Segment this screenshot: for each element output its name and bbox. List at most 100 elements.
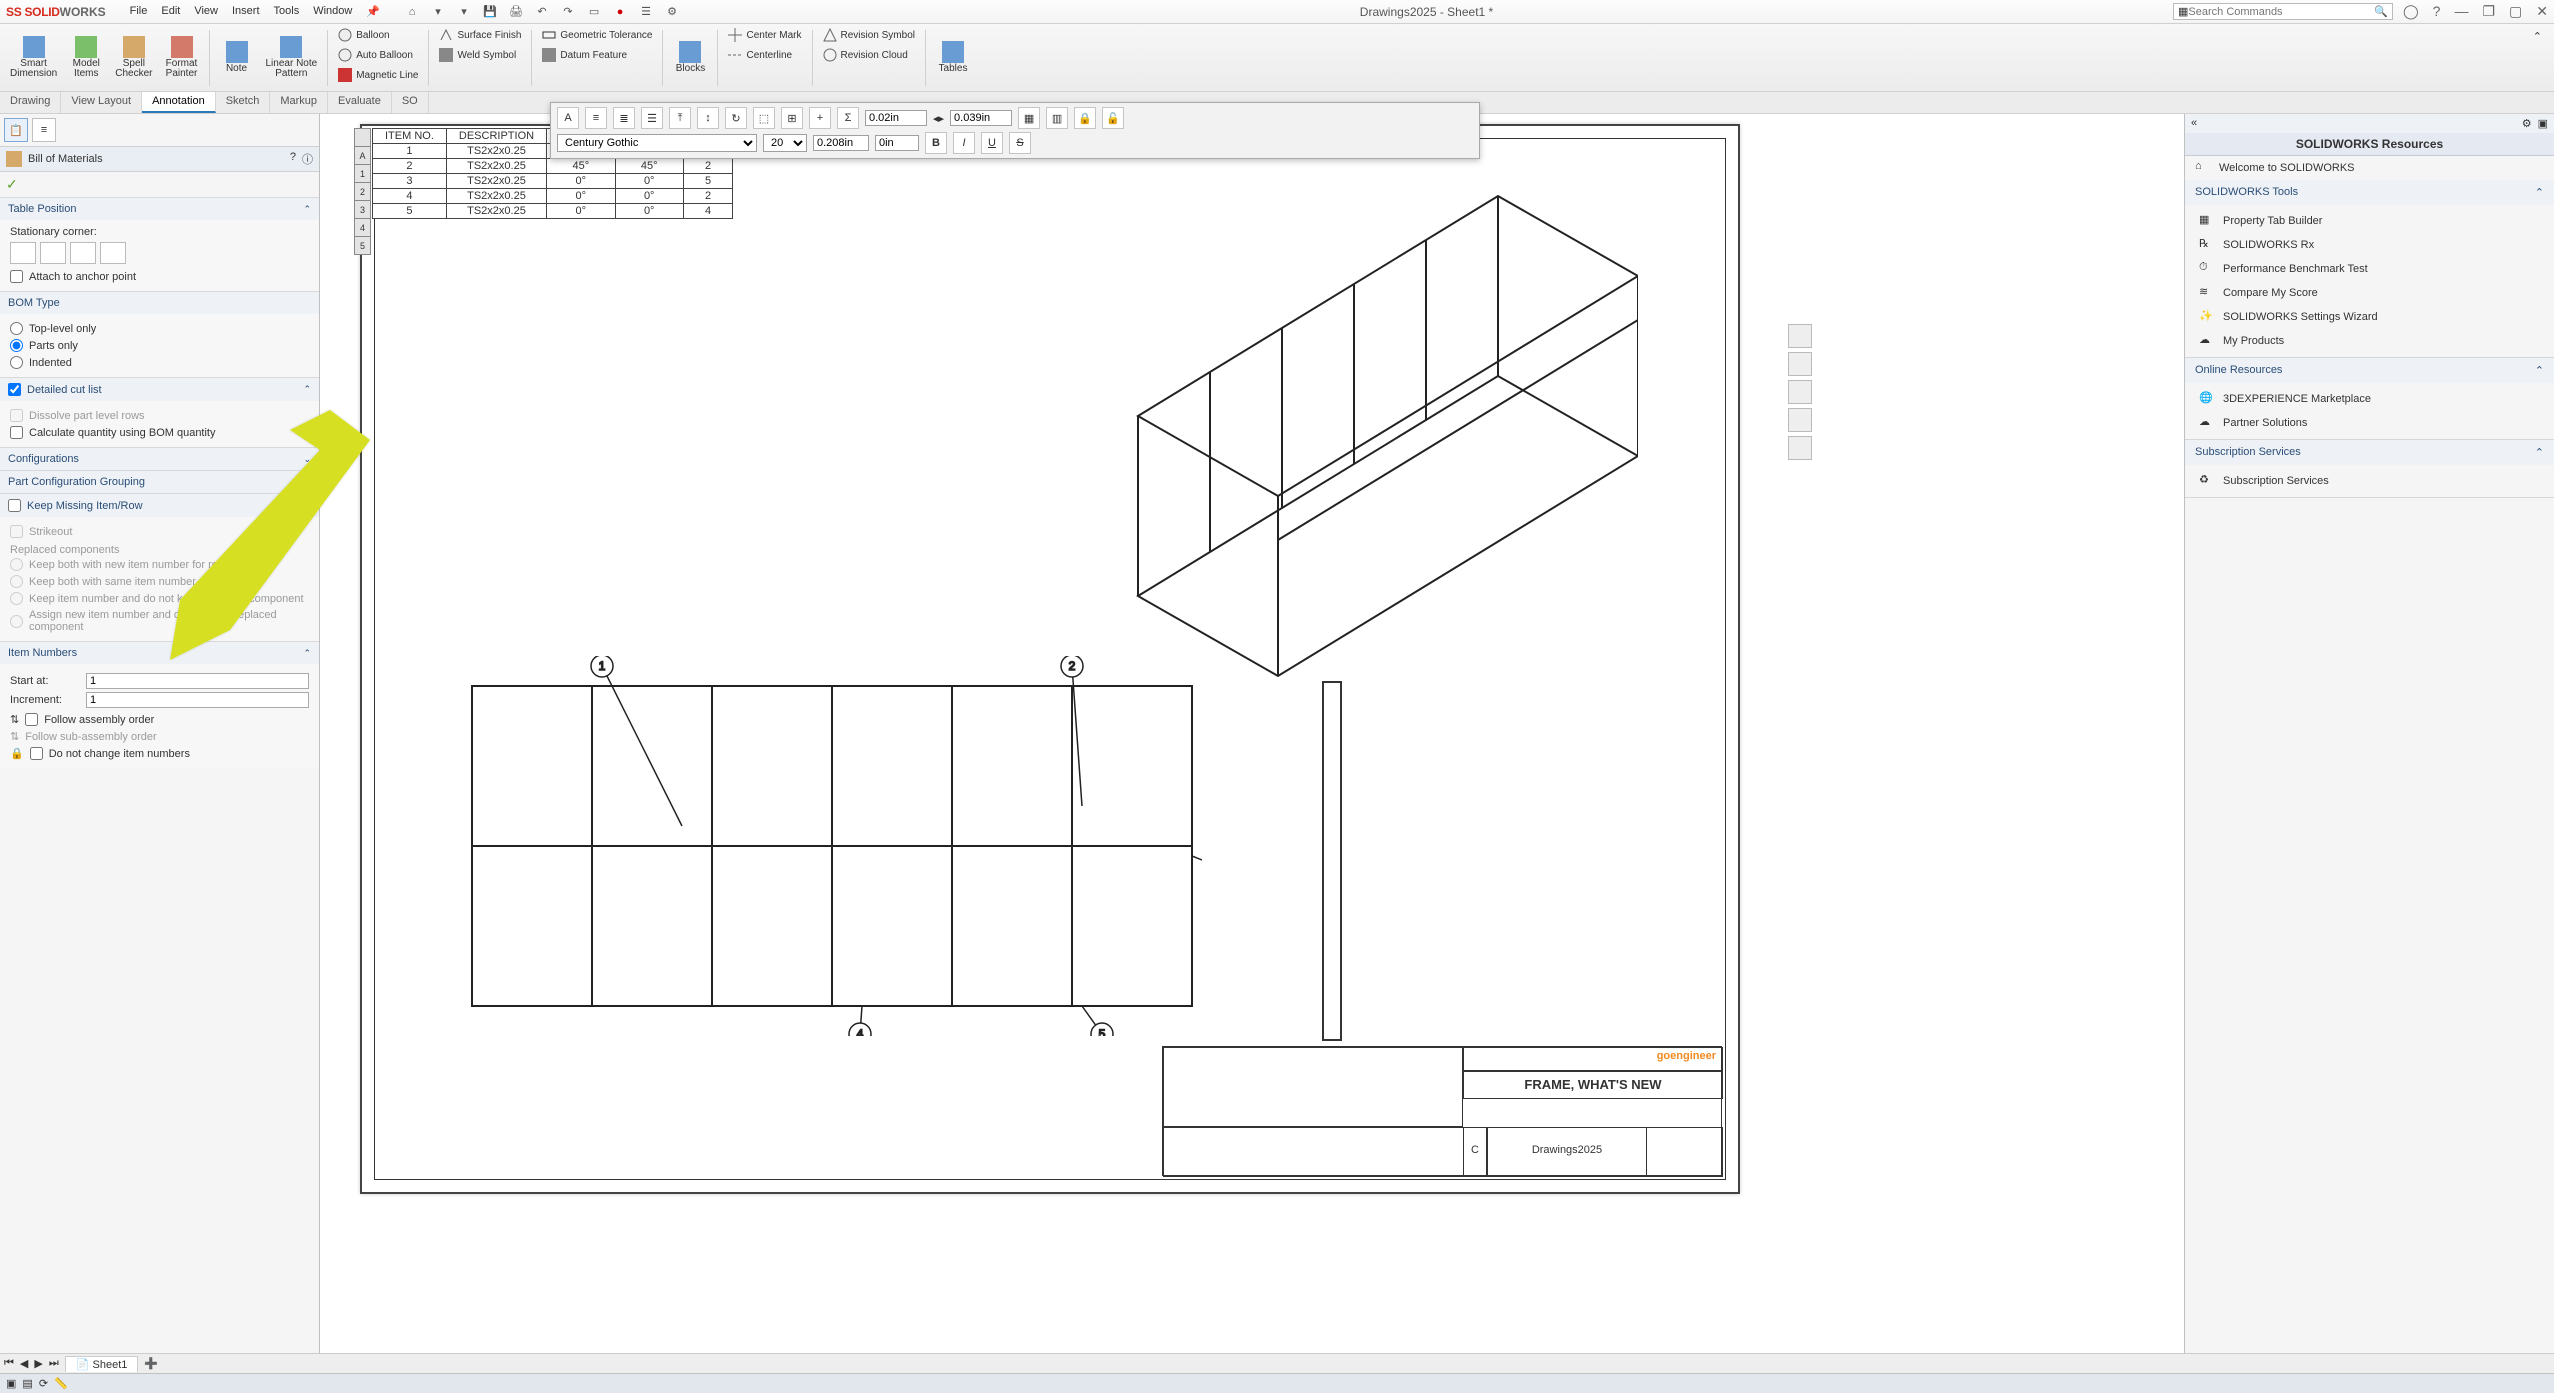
indented-radio[interactable] [10,356,23,369]
redo-icon[interactable]: ↷ [560,4,576,20]
note-button[interactable]: Note [214,39,260,77]
ft-valign-top-icon[interactable]: ⤒ [669,107,691,129]
ft-valign-mid-icon[interactable]: ↕ [697,107,719,129]
geometric-tolerance-button[interactable]: Geometric Tolerance [536,26,658,44]
tp-tool-property[interactable]: ▦Property Tab Builder [2189,209,2550,233]
tab-drawing[interactable]: Drawing [0,92,61,113]
donotchange-checkbox[interactable] [30,747,43,760]
title-block[interactable]: goengineer FRAME, WHAT'S NEW C Drawings2… [1162,1046,1722,1176]
add-sheet-icon[interactable]: ➕ [144,1357,158,1370]
pm-tab-config-icon[interactable]: ≡ [32,118,56,142]
corner-tr-button[interactable] [40,242,66,264]
iso-view[interactable] [1098,166,1638,696]
tab-markup[interactable]: Markup [270,92,328,113]
revision-cloud-button[interactable]: Revision Cloud [817,46,921,64]
cutlist-checkbox[interactable] [8,383,21,396]
ft-font-select[interactable]: Century Gothic [557,134,757,152]
tp-tab-lib-icon[interactable] [1788,352,1812,376]
ft-colwidth-input[interactable] [865,110,927,126]
tab-evaluate[interactable]: Evaluate [328,92,392,113]
tab-annotation[interactable]: Annotation [142,92,216,113]
revision-symbol-button[interactable]: Revision Symbol [817,26,921,44]
ft-align-center-icon[interactable]: ≣ [613,107,635,129]
help-icon[interactable]: ? [2433,3,2441,20]
menu-edit[interactable]: Edit [161,5,180,18]
restore-icon[interactable]: ❐ [2482,3,2495,20]
linear-note-pattern-button[interactable]: Linear NotePattern [260,34,324,82]
rebuild-icon[interactable]: ● [612,4,628,20]
partsonly-radio[interactable] [10,339,23,352]
toplevel-radio[interactable] [10,322,23,335]
tp-tool-compare[interactable]: ≋Compare My Score [2189,281,2550,305]
tp-online-marketplace[interactable]: 🌐3DEXPERIENCE Marketplace [2189,387,2550,411]
ft-spin-icon[interactable]: ◂▸ [933,112,944,125]
ft-align-left-icon[interactable]: ≡ [585,107,607,129]
save-icon[interactable]: 💾 [482,4,498,20]
ft-border-icon[interactable]: ▥ [1046,107,1068,129]
format-painter-button[interactable]: FormatPainter [159,34,205,82]
magnetic-line-button[interactable]: Magnetic Line [332,66,424,84]
weld-symbol-button[interactable]: Weld Symbol [433,46,527,64]
ft-merge-icon[interactable]: ⬚ [753,107,775,129]
calcqty-checkbox[interactable] [10,426,23,439]
increment-input[interactable] [86,692,309,708]
menu-pin-icon[interactable]: 📌 [366,5,380,18]
menu-tools[interactable]: Tools [274,5,300,18]
section-part-config-grouping[interactable]: Part Configuration Grouping⌄ [0,471,319,493]
search-input[interactable] [2188,6,2374,18]
section-configurations[interactable]: Configurations⌄ [0,448,319,470]
nav-last-icon[interactable]: ⏭ [49,1357,59,1370]
home-icon[interactable]: ⌂ [404,4,420,20]
new-icon[interactable]: ▾ [430,4,446,20]
tp-subs-head[interactable]: Subscription Services⌃ [2185,440,2554,465]
tp-tool-settings[interactable]: ✨SOLIDWORKS Settings Wizard [2189,305,2550,329]
ft-size-select[interactable]: 20 [763,134,807,152]
print-icon[interactable]: 🖨 [508,4,524,20]
ft-italic-button[interactable]: I [953,132,975,154]
sb-sw-icon[interactable]: ▣ [6,1377,16,1390]
section-keep-missing[interactable]: Keep Missing Item/Row⌃ [0,494,319,517]
pm-pin-icon[interactable]: ⓘ [302,151,313,167]
ft-underline-button[interactable]: U [981,132,1003,154]
sheet-tab-1[interactable]: 📄 Sheet1 [65,1356,139,1372]
auto-balloon-button[interactable]: Auto Balloon [332,46,424,64]
tp-tab-custom-icon[interactable] [1788,436,1812,460]
surface-finish-button[interactable]: Surface Finish [433,26,527,44]
nav-prev-icon[interactable]: ◀ [20,1357,28,1370]
tp-subs-services[interactable]: ♻Subscription Services [2189,469,2550,493]
open-icon[interactable]: ▾ [456,4,472,20]
graphics-area[interactable]: A12345 ITEM NO. DESCRIPTION ANGLE1 ANGLE… [320,114,2184,1353]
search-scope-icon[interactable]: ▦ [2178,5,2188,18]
menu-window[interactable]: Window [313,5,352,18]
ft-strike-button[interactable]: S [1009,132,1031,154]
ft-bold-button[interactable]: B [925,132,947,154]
ft-formula-icon[interactable]: Σ [837,107,859,129]
ft-rotate-icon[interactable]: ↻ [725,107,747,129]
options-icon[interactable]: ☰ [638,4,654,20]
search-commands[interactable]: ▦ 🔍 [2173,3,2393,20]
maximize-icon[interactable]: ▢ [2509,3,2522,20]
tab-sketch[interactable]: Sketch [216,92,271,113]
balloon-button[interactable]: Balloon [332,26,424,44]
keepmissing-checkbox[interactable] [8,499,21,512]
menu-view[interactable]: View [194,5,218,18]
ft-insert-icon[interactable]: + [809,107,831,129]
tp-tool-rx[interactable]: ℞SOLIDWORKS Rx [2189,233,2550,257]
front-view[interactable]: 1 2 3 4 5 [462,656,1202,1036]
side-view[interactable] [1322,681,1342,1041]
nav-next-icon[interactable]: ▶ [34,1357,42,1370]
bom-hdr-item[interactable]: ITEM NO. [373,129,447,144]
ft-align-right-icon[interactable]: ☰ [641,107,663,129]
smart-dimension-button[interactable]: SmartDimension [4,34,63,82]
attach-anchor-checkbox[interactable] [10,270,23,283]
ft-lock-icon[interactable]: 🔒 [1074,107,1096,129]
ribbon-collapse-icon[interactable]: ⌃ [2525,26,2550,89]
bom-hdr-desc[interactable]: DESCRIPTION [446,129,546,144]
menu-file[interactable]: File [130,5,148,18]
close-icon[interactable]: ✕ [2536,3,2548,20]
tp-welcome[interactable]: ⌂Welcome to SOLIDWORKS [2185,156,2554,180]
settings-icon[interactable]: ⚙ [664,4,680,20]
minimize-icon[interactable]: — [2454,3,2468,20]
corner-bl-button[interactable] [70,242,96,264]
tp-tools-head[interactable]: SOLIDWORKS Tools⌃ [2185,180,2554,205]
